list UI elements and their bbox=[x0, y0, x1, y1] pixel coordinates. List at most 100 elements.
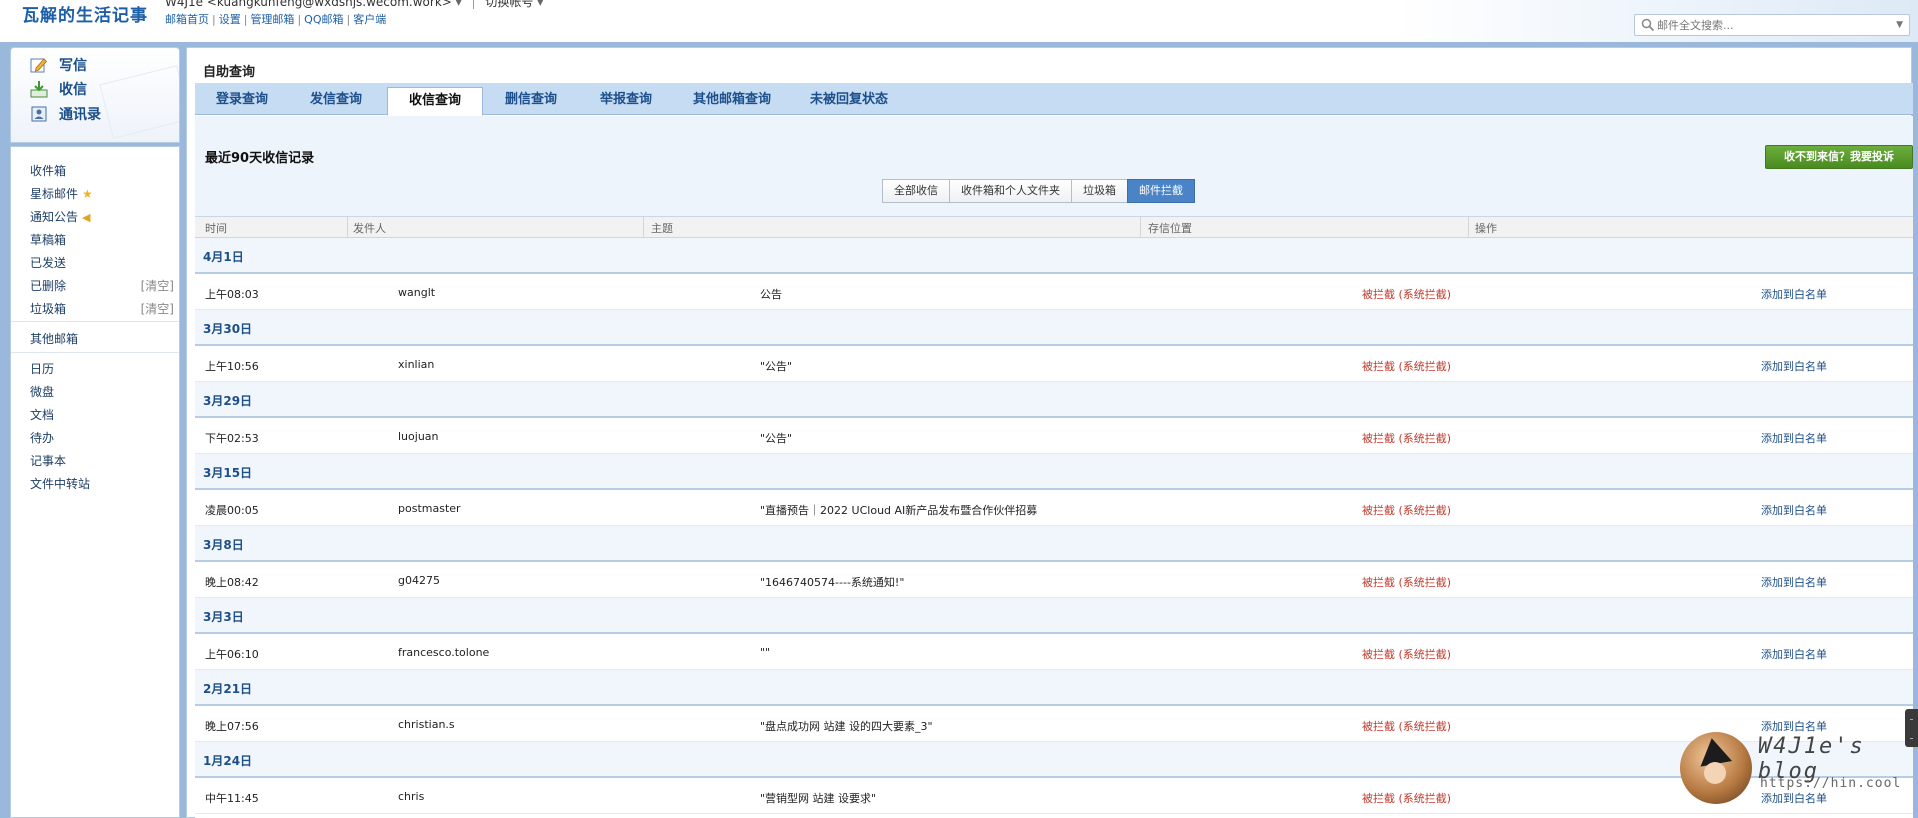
app-label: 文档 bbox=[30, 408, 55, 422]
link-client[interactable]: 客户端 bbox=[353, 13, 386, 26]
filter-inbox-personal[interactable]: 收件箱和个人文件夹 bbox=[949, 179, 1072, 203]
column-divider bbox=[1468, 217, 1469, 238]
empty-deleted-button[interactable]: [清空] bbox=[141, 277, 174, 294]
row-sender: g04275 bbox=[398, 574, 440, 587]
table-row[interactable]: 上午10:56 xinlian "公告" 被拦截 (系统拦截) 添加到白名单 bbox=[195, 346, 1913, 382]
row-location: 被拦截 (系统拦截) bbox=[1362, 576, 1452, 589]
group-date-header: 1月24日 bbox=[195, 742, 1913, 778]
tab-report-query[interactable]: 举报查询 bbox=[579, 87, 673, 115]
table-header: 时间 发件人 主题 存信位置 操作 bbox=[195, 216, 1913, 238]
table-row[interactable]: 上午06:10 francesco.tolone "" 被拦截 (系统拦截) 添… bbox=[195, 634, 1913, 670]
add-to-whitelist-link[interactable]: 添加到白名单 bbox=[1761, 430, 1827, 446]
empty-spam-button[interactable]: [清空] bbox=[141, 300, 174, 317]
table-row[interactable]: 晚上07:56 christian.s "盘点成功网 站建 设的四大要素_3" … bbox=[195, 706, 1913, 742]
group-date: 3月8日 bbox=[203, 538, 244, 552]
date-group: 3月15日 凌晨00:05 postmaster "直播预告｜2022 UClo… bbox=[195, 454, 1913, 526]
link-qq-mail[interactable]: QQ邮箱 bbox=[304, 13, 343, 26]
search-box[interactable]: ▼ bbox=[1634, 14, 1910, 36]
folder-sent[interactable]: 已发送 bbox=[30, 254, 178, 271]
col-subject: 主题 bbox=[651, 222, 673, 235]
group-date: 3月15日 bbox=[203, 466, 253, 480]
col-time: 时间 bbox=[205, 222, 227, 235]
folder-label: 其他邮箱 bbox=[30, 332, 79, 346]
table-row[interactable]: 晚上08:42 g04275 "1646740574----系统通知!" 被拦截… bbox=[195, 562, 1913, 598]
add-to-whitelist-link[interactable]: 添加到白名单 bbox=[1761, 358, 1827, 374]
address-book-icon bbox=[31, 106, 47, 122]
contacts-button[interactable]: 通讯录 bbox=[29, 103, 101, 125]
table-row[interactable]: 下午02:53 luojuan "公告" 被拦截 (系统拦截) 添加到白名单 bbox=[195, 418, 1913, 454]
switch-account-link[interactable]: 切换帐号 bbox=[485, 0, 533, 9]
folder-deleted[interactable]: 已删除 [清空] bbox=[30, 277, 178, 294]
app-drive[interactable]: 微盘 bbox=[30, 383, 178, 400]
add-to-whitelist-link[interactable]: 添加到白名单 bbox=[1761, 574, 1827, 590]
add-to-whitelist-link[interactable]: 添加到白名单 bbox=[1761, 286, 1827, 302]
filter-blocked[interactable]: 邮件拦截 bbox=[1127, 179, 1195, 203]
row-location: 被拦截 (系统拦截) bbox=[1362, 432, 1452, 445]
filter-all-received[interactable]: 全部收信 bbox=[882, 179, 950, 203]
table-row[interactable]: 中午11:45 chris "营销型网 站建 设要求" 被拦截 (系统拦截) 添… bbox=[195, 778, 1913, 814]
search-input[interactable] bbox=[1657, 17, 1887, 33]
app-label: 微盘 bbox=[30, 385, 55, 399]
app-calendar[interactable]: 日历 bbox=[30, 360, 178, 377]
account-chevron-icon[interactable]: ▾ bbox=[456, 0, 462, 9]
app-file-transfer[interactable]: 文件中转站 bbox=[30, 475, 178, 492]
link-mail-home[interactable]: 邮箱首页 bbox=[165, 13, 209, 26]
add-to-whitelist-link[interactable]: 添加到白名单 bbox=[1761, 790, 1827, 806]
date-group: 1月24日 中午11:45 chris "营销型网 站建 设要求" 被拦截 (系… bbox=[195, 742, 1913, 814]
folder-notices[interactable]: 通知公告 ◀ bbox=[30, 208, 178, 225]
brand-logo[interactable]: 瓦解的生活记事 bbox=[22, 1, 148, 26]
tab-login-query[interactable]: 登录查询 bbox=[195, 87, 289, 115]
app-notes[interactable]: 记事本 bbox=[30, 452, 178, 469]
folder-inbox[interactable]: 收件箱 bbox=[30, 162, 178, 179]
row-time: 晚上07:56 bbox=[205, 720, 259, 733]
avatar-face bbox=[1704, 762, 1726, 784]
add-to-whitelist-link[interactable]: 添加到白名单 bbox=[1761, 646, 1827, 662]
row-location: 被拦截 (系统拦截) bbox=[1362, 648, 1452, 661]
filter-spam[interactable]: 垃圾箱 bbox=[1071, 179, 1128, 203]
complain-button[interactable]: 收不到来信？我要投诉 bbox=[1765, 145, 1913, 169]
row-sender: chris bbox=[398, 790, 425, 803]
add-to-whitelist-link[interactable]: 添加到白名单 bbox=[1761, 502, 1827, 518]
row-sender: wanglt bbox=[398, 286, 436, 299]
chevron-down-icon[interactable]: ▾ bbox=[537, 0, 543, 9]
row-location: 被拦截 (系统拦截) bbox=[1362, 504, 1452, 517]
compose-label: 写信 bbox=[59, 58, 87, 74]
tab-other-mailbox-query[interactable]: 其他邮箱查询 bbox=[673, 87, 791, 115]
date-group: 3月3日 上午06:10 francesco.tolone "" 被拦截 (系统… bbox=[195, 598, 1913, 670]
folder-spam[interactable]: 垃圾箱 [清空] bbox=[30, 300, 178, 317]
link-manage-mail[interactable]: 管理邮箱 bbox=[250, 13, 294, 26]
watermark-url: https://hin.cool bbox=[1760, 776, 1902, 791]
column-divider bbox=[1140, 217, 1141, 238]
group-date-header: 3月29日 bbox=[195, 382, 1913, 418]
link-settings[interactable]: 设置 bbox=[219, 13, 241, 26]
app-todo[interactable]: 待办 bbox=[30, 429, 178, 446]
group-date-header: 3月30日 bbox=[195, 310, 1913, 346]
receive-button[interactable]: 收信 bbox=[29, 78, 87, 100]
watermark-avatar bbox=[1680, 732, 1752, 804]
table-row[interactable]: 凌晨00:05 postmaster "直播预告｜2022 UCloud AI新… bbox=[195, 490, 1913, 526]
search-dropdown-icon[interactable]: ▼ bbox=[1896, 20, 1903, 30]
row-time: 上午10:56 bbox=[205, 360, 259, 373]
compose-button[interactable]: 写信 bbox=[29, 54, 87, 76]
horn-icon: ◀ bbox=[82, 211, 91, 224]
folder-drafts[interactable]: 草稿箱 bbox=[30, 231, 178, 248]
row-subject: "1646740574----系统通知!" bbox=[760, 576, 905, 589]
divider: | bbox=[212, 13, 216, 26]
row-sender: postmaster bbox=[398, 502, 461, 515]
tab-unreplied-status[interactable]: 未被回复状态 bbox=[791, 87, 907, 115]
row-sender: francesco.tolone bbox=[398, 646, 490, 659]
group-date: 3月30日 bbox=[203, 322, 253, 336]
divider: | bbox=[243, 13, 248, 26]
folder-starred[interactable]: 星标邮件 ★ bbox=[30, 185, 178, 202]
add-to-whitelist-link[interactable]: 添加到白名单 bbox=[1761, 718, 1827, 734]
column-divider bbox=[347, 217, 348, 238]
group-date: 2月21日 bbox=[203, 682, 253, 696]
table-row[interactable]: 上午08:03 wanglt 公告 被拦截 (系统拦截) 添加到白名单 bbox=[195, 274, 1913, 310]
tab-send-query[interactable]: 发信查询 bbox=[289, 87, 383, 115]
folder-other-mailboxes[interactable]: 其他邮箱 bbox=[30, 330, 178, 347]
row-subject: "" bbox=[760, 646, 771, 659]
tab-delete-query[interactable]: 删信查询 bbox=[483, 87, 579, 115]
envelope-decoration-icon bbox=[99, 65, 179, 139]
app-docs[interactable]: 文档 bbox=[30, 406, 178, 423]
tab-receive-query[interactable]: 收信查询 bbox=[387, 87, 483, 116]
